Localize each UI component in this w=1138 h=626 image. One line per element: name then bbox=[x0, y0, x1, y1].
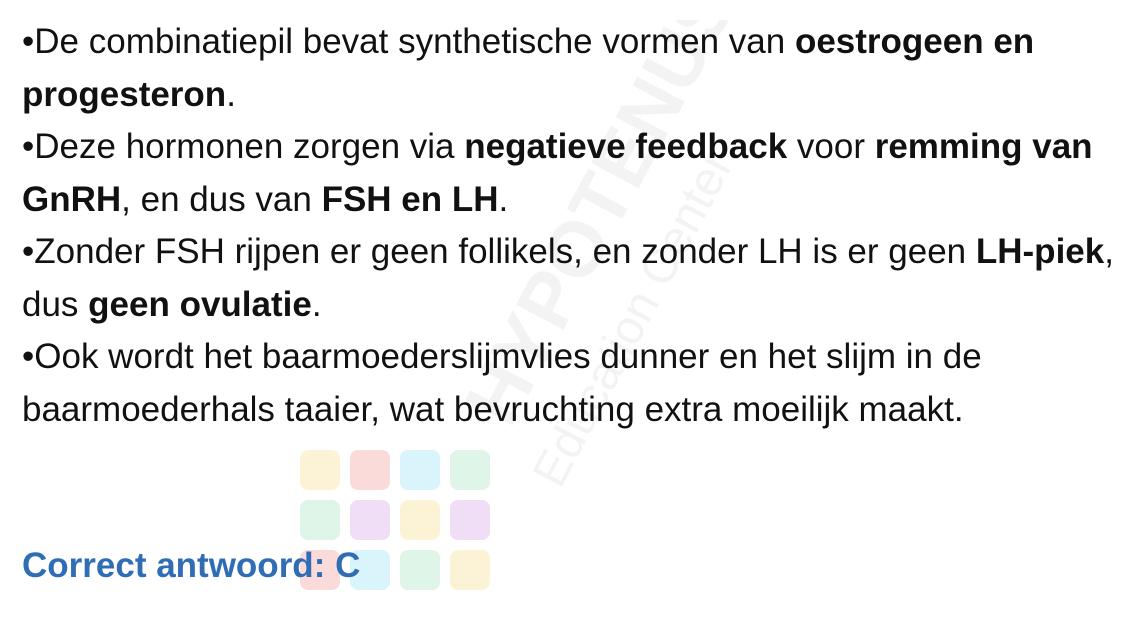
logo-block bbox=[300, 450, 340, 490]
logo-block bbox=[450, 550, 490, 590]
bullet-marker: • bbox=[22, 127, 35, 166]
logo-block bbox=[400, 450, 440, 490]
bullet-marker: • bbox=[22, 232, 35, 271]
logo-block bbox=[400, 500, 440, 540]
text: . bbox=[311, 284, 322, 324]
bullet-list: •De combinatiepil bevat synthetische vor… bbox=[22, 16, 1122, 436]
logo-block bbox=[450, 500, 490, 540]
text: Ook wordt het baarmoederslijmvlies dunne… bbox=[22, 337, 982, 429]
bullet-item: •Deze hormonen zorgen via negatieve feed… bbox=[22, 121, 1122, 226]
text: . bbox=[226, 74, 236, 114]
correct-answer: Correct antwoord: C bbox=[22, 546, 361, 585]
logo-block bbox=[300, 500, 340, 540]
bullet-marker: • bbox=[22, 337, 35, 376]
text: Zonder FSH rijpen er geen follikels, en … bbox=[34, 232, 976, 271]
bullet-item: •Zonder FSH rijpen er geen follikels, en… bbox=[22, 226, 1122, 331]
text: . bbox=[498, 179, 509, 219]
bold-text: geen ovulatie bbox=[88, 284, 312, 324]
logo-block bbox=[350, 500, 390, 540]
bullet-item: •De combinatiepil bevat synthetische vor… bbox=[22, 16, 1122, 121]
bold-text: FSH en LH bbox=[321, 179, 499, 219]
logo-block bbox=[400, 550, 440, 590]
logo-block bbox=[450, 450, 490, 490]
bullet-item: •Ook wordt het baarmoederslijmvlies dunn… bbox=[22, 331, 1122, 436]
text: , en dus van bbox=[121, 179, 322, 219]
bullet-marker: • bbox=[22, 22, 35, 61]
bold-text: negatieve feedback bbox=[464, 127, 788, 166]
text: De combinatiepil bevat synthetische vorm… bbox=[34, 22, 795, 61]
bold-text: LH-piek bbox=[975, 232, 1105, 271]
logo-block bbox=[350, 450, 390, 490]
text: Deze hormonen zorgen via bbox=[34, 127, 465, 166]
text: voor bbox=[787, 127, 875, 166]
